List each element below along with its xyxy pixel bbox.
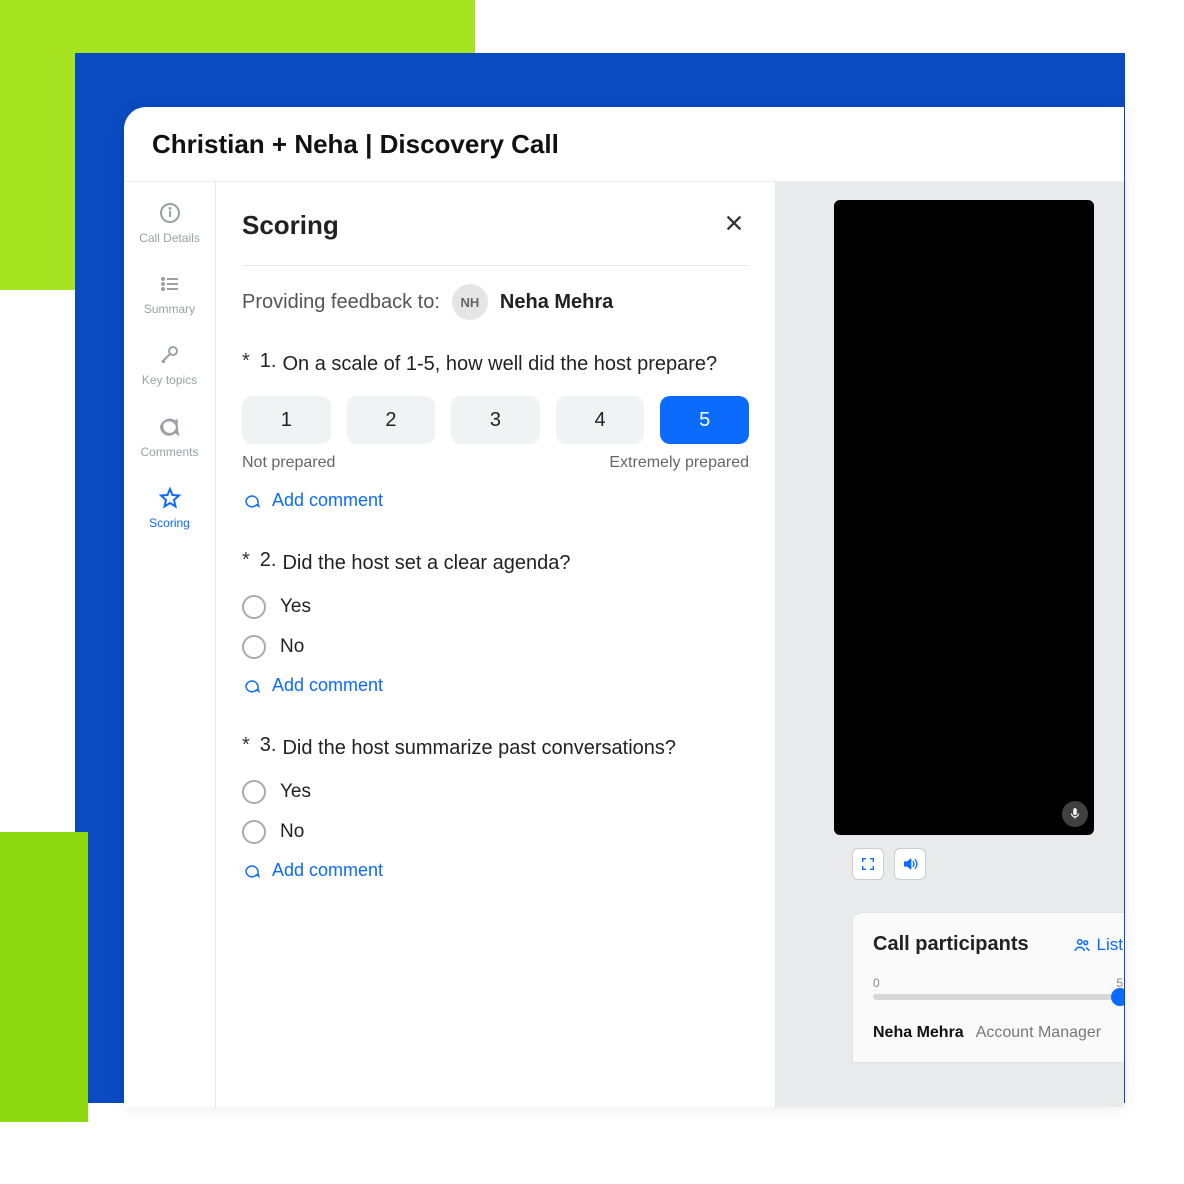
sidebar: Call Details Summary Key topics Comments [124,182,216,1107]
scoring-panel: Scoring Providing feedback to: NH Neha M… [216,182,776,1107]
radio-label: No [280,636,304,658]
radio-yes[interactable]: Yes [242,780,749,804]
comment-icon [242,491,262,511]
volume-button[interactable] [894,848,926,880]
question-number: 1. [260,350,277,378]
radio-icon [242,780,266,804]
video-pane: Chris Call participants [776,182,1124,1107]
sidebar-item-key-topics[interactable]: Key topics [142,342,197,387]
add-comment-button[interactable]: Add comment [242,675,749,696]
scale-option-4[interactable]: 4 [556,396,645,444]
radio-label: Yes [280,596,311,618]
sidebar-item-label: Call Details [139,232,200,245]
video-player[interactable]: Chris [834,200,1094,835]
list-icon [157,271,183,297]
avatar: NH [452,284,488,320]
video-controls [852,848,926,880]
participant-role: Account Manager [976,1024,1101,1042]
slider-handle[interactable] [1111,988,1124,1006]
fullscreen-button[interactable] [852,848,884,880]
titlebar: Christian + Neha | Discovery Call [124,107,1124,182]
radio-icon [242,820,266,844]
radio-no[interactable]: No [242,820,749,844]
participants-heading: Call participants [873,933,1029,956]
comment-icon [242,676,262,696]
feedback-name: Neha Mehra [500,291,613,314]
star-icon [157,485,183,511]
question-text: Did the host set a clear agenda? [282,549,570,577]
required-asterisk: * [242,549,250,577]
sidebar-item-label: Comments [140,446,198,459]
panel-heading: Scoring [242,210,339,241]
panel-header: Scoring [242,206,749,266]
question-number: 3. [260,734,277,762]
people-icon [1073,936,1091,954]
decorative-block-green2 [0,832,88,1122]
close-icon[interactable] [719,206,749,245]
sidebar-item-label: Key topics [142,374,197,387]
app-window: Christian + Neha | Discovery Call Call D… [124,107,1124,1107]
main-area: Call Details Summary Key topics Comments [124,182,1124,1107]
participant-row: Neha Mehra Account Manager [873,1024,1123,1042]
slider-min: 0 [873,976,880,990]
scale-option-1[interactable]: 1 [242,396,331,444]
question-text: Did the host summarize past conversation… [282,734,676,762]
required-asterisk: * [242,350,250,378]
question-3: * 3. Did the host summarize past convers… [242,734,749,881]
key-icon [156,342,182,368]
scale-option-3[interactable]: 3 [451,396,540,444]
add-comment-label: Add comment [272,490,383,511]
question-number: 2. [260,549,277,577]
sidebar-item-call-details[interactable]: Call Details [139,200,200,245]
participants-card: Call participants List 0 5 Neha Mehra Ac [852,912,1124,1063]
feedback-label: Providing feedback to: [242,291,440,314]
sidebar-item-scoring[interactable]: Scoring [149,485,190,530]
add-comment-label: Add comment [272,860,383,881]
comment-icon [242,861,262,881]
add-comment-button[interactable]: Add comment [242,860,749,881]
question-1: * 1. On a scale of 1-5, how well did the… [242,350,749,511]
scale-option-5[interactable]: 5 [660,396,749,444]
scale-low-label: Not prepared [242,454,335,472]
page-title: Christian + Neha | Discovery Call [152,129,559,160]
radio-label: No [280,821,304,843]
radio-yes[interactable]: Yes [242,595,749,619]
chat-icon [156,414,182,440]
add-comment-button[interactable]: Add comment [242,490,749,511]
sidebar-item-label: Scoring [149,517,190,530]
question-text: On a scale of 1-5, how well did the host… [282,350,717,378]
participants-list-link[interactable]: List [1073,935,1123,955]
required-asterisk: * [242,734,250,762]
talk-time-slider[interactable]: 0 5 [873,976,1123,1008]
info-icon [157,200,183,226]
radio-no[interactable]: No [242,635,749,659]
sidebar-item-label: Summary [144,303,195,316]
list-label: List [1097,935,1123,955]
radio-label: Yes [280,781,311,803]
sidebar-item-comments[interactable]: Comments [140,414,198,459]
sidebar-item-summary[interactable]: Summary [144,271,195,316]
participant-name: Neha Mehra [873,1024,964,1042]
scale-option-2[interactable]: 2 [347,396,436,444]
question-2: * 2. Did the host set a clear agenda? Ye… [242,549,749,696]
add-comment-label: Add comment [272,675,383,696]
feedback-recipient: Providing feedback to: NH Neha Mehra [242,284,749,320]
radio-icon [242,595,266,619]
scale-legend: Not prepared Extremely prepared [242,454,749,472]
radio-icon [242,635,266,659]
microphone-icon [1062,801,1088,827]
scale-high-label: Extremely prepared [609,454,749,472]
scale-group: 1 2 3 4 5 [242,396,749,444]
